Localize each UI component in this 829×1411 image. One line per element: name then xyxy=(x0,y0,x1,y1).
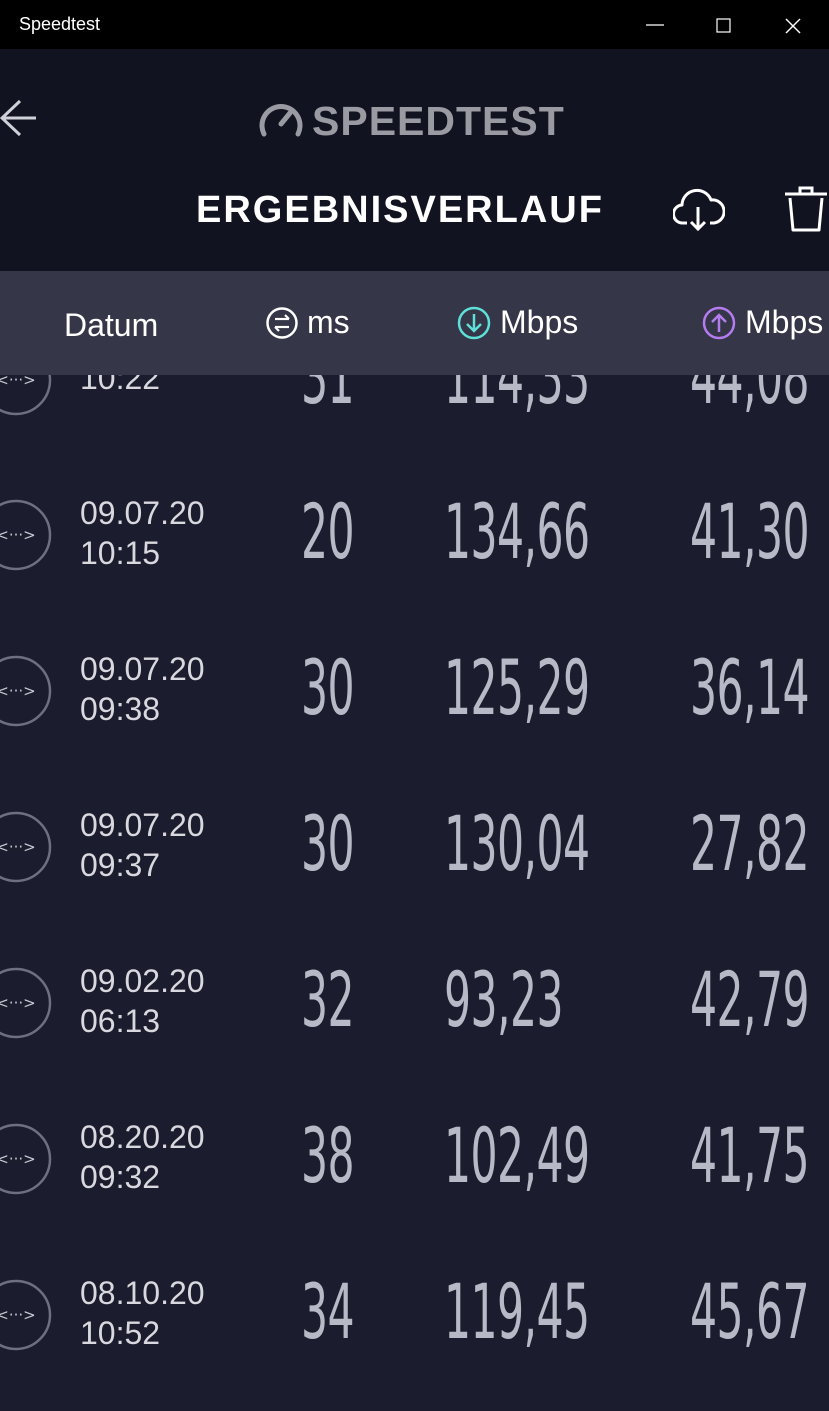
column-header-bar: Datum ms Mbps Mbps xyxy=(0,271,829,375)
row-date: 09.07.20 xyxy=(80,651,205,687)
back-arrow-icon xyxy=(0,99,36,137)
minimize-button[interactable] xyxy=(621,0,689,49)
svg-text:<···>: <···> xyxy=(0,1306,36,1324)
column-download-label: Mbps xyxy=(500,304,579,340)
column-upload-label: Mbps xyxy=(745,304,824,340)
speedometer-icon xyxy=(259,104,303,137)
result-row[interactable]: <···> 09.07.20 09:37 30 130,04 27,82 xyxy=(0,688,829,888)
row-upload-value: 45,67 xyxy=(690,1267,810,1356)
row-date: 09.07.20 xyxy=(80,495,205,531)
download-arrow-icon xyxy=(457,306,491,339)
window-title-bar: Speedtest xyxy=(0,0,829,49)
row-download-value: 119,45 xyxy=(444,1267,590,1356)
delete-button[interactable] xyxy=(783,185,829,235)
maximize-button[interactable] xyxy=(690,0,758,49)
column-date-label: Datum xyxy=(64,307,159,343)
trash-icon xyxy=(785,186,827,232)
column-date-header[interactable]: Datum xyxy=(64,307,158,344)
row-date: 09.07.20 xyxy=(80,807,205,843)
export-button[interactable] xyxy=(672,185,726,235)
minimize-icon xyxy=(646,24,664,26)
result-row[interactable]: <···> 09.07.20 09:38 30 125,29 36,14 xyxy=(0,532,829,732)
cloud-download-icon xyxy=(672,188,726,232)
logo-text: SPEEDTEST xyxy=(312,98,565,144)
page-title: ERGEBNISVERLAUF xyxy=(196,189,604,231)
row-time: 10:52 xyxy=(80,1315,161,1351)
column-upload-header[interactable]: Mbps xyxy=(701,304,823,341)
result-row[interactable]: <···> 08.20.20 09:32 38 102,49 41,75 xyxy=(0,1000,829,1200)
maximize-icon xyxy=(716,18,731,33)
result-row[interactable]: <···> 09.02.20 06:13 32 93,23 42,79 xyxy=(0,844,829,1044)
result-row[interactable]: <···> 08.10.20 10:52 34 119,45 45,67 xyxy=(0,1156,829,1356)
window-title: Speedtest xyxy=(19,14,101,34)
column-ping-label: ms xyxy=(307,304,350,340)
row-ping-value: 34 xyxy=(301,1267,355,1356)
app-header xyxy=(0,49,829,271)
connection-icon: <···> xyxy=(0,1279,52,1351)
result-row[interactable]: <···> 09.07.20 10:15 20 134,66 41,30 xyxy=(0,376,829,576)
column-download-header[interactable]: Mbps xyxy=(456,304,578,341)
close-icon xyxy=(785,18,801,34)
upload-arrow-icon xyxy=(702,306,736,339)
row-date: 09.02.20 xyxy=(80,963,205,999)
row-date: 08.10.20 xyxy=(80,1275,205,1311)
ping-icon xyxy=(266,306,298,339)
column-ping-header[interactable]: ms xyxy=(265,304,350,341)
results-list[interactable]: <···> 10:22 31 114,33 44,08 <···> 09.07.… xyxy=(0,375,829,1411)
row-date: 08.20.20 xyxy=(80,1119,205,1155)
close-button[interactable] xyxy=(759,0,827,49)
back-button[interactable] xyxy=(0,95,40,141)
